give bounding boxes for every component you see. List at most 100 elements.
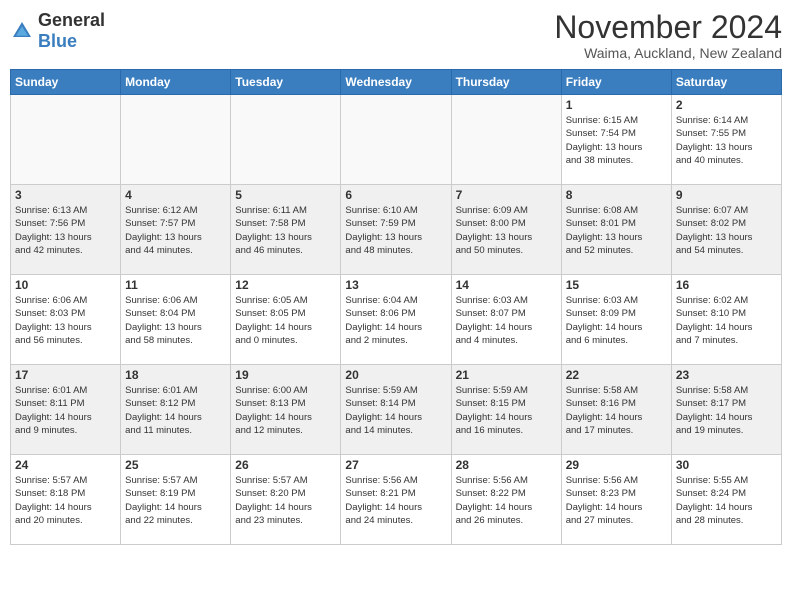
calendar-week-row: 1 Sunrise: 6:15 AM Sunset: 7:54 PM Daylig…	[11, 95, 782, 185]
calendar-day-cell: 22 Sunrise: 5:58 AM Sunset: 8:16 PM Dayli…	[561, 365, 671, 455]
day-info: Sunrise: 5:59 AM Sunset: 8:15 PM Dayligh…	[456, 384, 557, 437]
day-number: 22	[566, 368, 667, 382]
weekday-header: Sunday	[11, 70, 121, 95]
day-number: 10	[15, 278, 116, 292]
day-number: 18	[125, 368, 226, 382]
calendar-day-cell	[231, 95, 341, 185]
calendar-day-cell: 11 Sunrise: 6:06 AM Sunset: 8:04 PM Dayli…	[121, 275, 231, 365]
calendar-day-cell: 19 Sunrise: 6:00 AM Sunset: 8:13 PM Dayli…	[231, 365, 341, 455]
day-info: Sunrise: 5:58 AM Sunset: 8:16 PM Dayligh…	[566, 384, 667, 437]
day-number: 20	[345, 368, 446, 382]
day-info: Sunrise: 6:06 AM Sunset: 8:04 PM Dayligh…	[125, 294, 226, 347]
calendar-day-cell: 21 Sunrise: 5:59 AM Sunset: 8:15 PM Dayli…	[451, 365, 561, 455]
day-info: Sunrise: 5:55 AM Sunset: 8:24 PM Dayligh…	[676, 474, 777, 527]
logo-blue: Blue	[38, 31, 77, 51]
day-info: Sunrise: 6:12 AM Sunset: 7:57 PM Dayligh…	[125, 204, 226, 257]
day-info: Sunrise: 5:57 AM Sunset: 8:18 PM Dayligh…	[15, 474, 116, 527]
calendar-day-cell: 23Sunrise: 5:58 AM Sunset: 8:17 PM Dayli…	[671, 365, 781, 455]
calendar-day-cell: 28Sunrise: 5:56 AM Sunset: 8:22 PM Dayli…	[451, 455, 561, 545]
calendar-day-cell: 12Sunrise: 6:05 AM Sunset: 8:05 PM Dayli…	[231, 275, 341, 365]
day-info: Sunrise: 6:11 AM Sunset: 7:58 PM Dayligh…	[235, 204, 336, 257]
day-info: Sunrise: 6:15 AM Sunset: 7:54 PM Dayligh…	[566, 114, 667, 167]
day-info: Sunrise: 6:02 AM Sunset: 8:10 PM Dayligh…	[676, 294, 777, 347]
day-number: 6	[345, 188, 446, 202]
weekday-header: Monday	[121, 70, 231, 95]
day-info: Sunrise: 6:01 AM Sunset: 8:12 PM Dayligh…	[125, 384, 226, 437]
day-number: 11	[125, 278, 226, 292]
calendar-day-cell: 4 Sunrise: 6:12 AM Sunset: 7:57 PM Daylig…	[121, 185, 231, 275]
day-info: Sunrise: 6:00 AM Sunset: 8:13 PM Dayligh…	[235, 384, 336, 437]
calendar-week-row: 24 Sunrise: 5:57 AM Sunset: 8:18 PM Dayli…	[11, 455, 782, 545]
calendar-day-cell: 15 Sunrise: 6:03 AM Sunset: 8:09 PM Dayli…	[561, 275, 671, 365]
calendar-day-cell: 29 Sunrise: 5:56 AM Sunset: 8:23 PM Dayli…	[561, 455, 671, 545]
weekday-header: Wednesday	[341, 70, 451, 95]
calendar-header-row: SundayMondayTuesdayWednesdayThursdayFrid…	[11, 70, 782, 95]
calendar-day-cell: 27 Sunrise: 5:56 AM Sunset: 8:21 PM Dayli…	[341, 455, 451, 545]
calendar-day-cell: 3Sunrise: 6:13 AM Sunset: 7:56 PM Daylig…	[11, 185, 121, 275]
calendar-day-cell: 24 Sunrise: 5:57 AM Sunset: 8:18 PM Dayli…	[11, 455, 121, 545]
day-number: 15	[566, 278, 667, 292]
weekday-header: Tuesday	[231, 70, 341, 95]
calendar-week-row: 17 Sunrise: 6:01 AM Sunset: 8:11 PM Dayli…	[11, 365, 782, 455]
day-info: Sunrise: 6:01 AM Sunset: 8:11 PM Dayligh…	[15, 384, 116, 437]
calendar-table: SundayMondayTuesdayWednesdayThursdayFrid…	[10, 69, 782, 545]
day-number: 1	[566, 98, 667, 112]
calendar-day-cell: 30 Sunrise: 5:55 AM Sunset: 8:24 PM Dayli…	[671, 455, 781, 545]
calendar-day-cell	[451, 95, 561, 185]
day-number: 26	[235, 458, 336, 472]
day-info: Sunrise: 5:56 AM Sunset: 8:23 PM Dayligh…	[566, 474, 667, 527]
day-number: 25	[125, 458, 226, 472]
logo-general: General	[38, 10, 105, 30]
calendar-day-cell: 2Sunrise: 6:14 AM Sunset: 7:55 PM Daylig…	[671, 95, 781, 185]
month-title: November 2024	[554, 10, 782, 45]
day-info: Sunrise: 6:07 AM Sunset: 8:02 PM Dayligh…	[676, 204, 777, 257]
weekday-header: Thursday	[451, 70, 561, 95]
day-number: 24	[15, 458, 116, 472]
calendar-day-cell	[121, 95, 231, 185]
calendar-day-cell: 5 Sunrise: 6:11 AM Sunset: 7:58 PM Daylig…	[231, 185, 341, 275]
calendar-day-cell: 13 Sunrise: 6:04 AM Sunset: 8:06 PM Dayli…	[341, 275, 451, 365]
day-number: 9	[676, 188, 777, 202]
calendar-day-cell: 20 Sunrise: 5:59 AM Sunset: 8:14 PM Dayli…	[341, 365, 451, 455]
day-number: 13	[345, 278, 446, 292]
day-number: 5	[235, 188, 336, 202]
day-number: 4	[125, 188, 226, 202]
day-info: Sunrise: 6:03 AM Sunset: 8:09 PM Dayligh…	[566, 294, 667, 347]
day-info: Sunrise: 5:56 AM Sunset: 8:21 PM Dayligh…	[345, 474, 446, 527]
calendar-day-cell: 18 Sunrise: 6:01 AM Sunset: 8:12 PM Dayli…	[121, 365, 231, 455]
calendar-day-cell: 10 Sunrise: 6:06 AM Sunset: 8:03 PM Dayli…	[11, 275, 121, 365]
calendar-day-cell: 26Sunrise: 5:57 AM Sunset: 8:20 PM Dayli…	[231, 455, 341, 545]
calendar-day-cell	[11, 95, 121, 185]
day-number: 19	[235, 368, 336, 382]
day-number: 30	[676, 458, 777, 472]
day-info: Sunrise: 6:03 AM Sunset: 8:07 PM Dayligh…	[456, 294, 557, 347]
location: Waima, Auckland, New Zealand	[554, 45, 782, 61]
day-number: 3	[15, 188, 116, 202]
day-number: 17	[15, 368, 116, 382]
day-info: Sunrise: 6:08 AM Sunset: 8:01 PM Dayligh…	[566, 204, 667, 257]
calendar-day-cell	[341, 95, 451, 185]
day-info: Sunrise: 6:06 AM Sunset: 8:03 PM Dayligh…	[15, 294, 116, 347]
title-block: November 2024 Waima, Auckland, New Zeala…	[554, 10, 782, 61]
calendar-day-cell: 17 Sunrise: 6:01 AM Sunset: 8:11 PM Dayli…	[11, 365, 121, 455]
day-info: Sunrise: 5:59 AM Sunset: 8:14 PM Dayligh…	[345, 384, 446, 437]
page-header: General Blue November 2024 Waima, Auckla…	[10, 10, 782, 61]
day-number: 21	[456, 368, 557, 382]
calendar-day-cell: 7Sunrise: 6:09 AM Sunset: 8:00 PM Daylig…	[451, 185, 561, 275]
day-number: 27	[345, 458, 446, 472]
day-info: Sunrise: 5:56 AM Sunset: 8:22 PM Dayligh…	[456, 474, 557, 527]
calendar-day-cell: 16Sunrise: 6:02 AM Sunset: 8:10 PM Dayli…	[671, 275, 781, 365]
day-number: 8	[566, 188, 667, 202]
calendar-week-row: 10 Sunrise: 6:06 AM Sunset: 8:03 PM Dayli…	[11, 275, 782, 365]
day-info: Sunrise: 5:57 AM Sunset: 8:19 PM Dayligh…	[125, 474, 226, 527]
calendar-day-cell: 8 Sunrise: 6:08 AM Sunset: 8:01 PM Daylig…	[561, 185, 671, 275]
day-info: Sunrise: 6:04 AM Sunset: 8:06 PM Dayligh…	[345, 294, 446, 347]
day-number: 29	[566, 458, 667, 472]
weekday-header: Friday	[561, 70, 671, 95]
day-info: Sunrise: 6:05 AM Sunset: 8:05 PM Dayligh…	[235, 294, 336, 347]
day-info: Sunrise: 6:14 AM Sunset: 7:55 PM Dayligh…	[676, 114, 777, 167]
calendar-week-row: 3Sunrise: 6:13 AM Sunset: 7:56 PM Daylig…	[11, 185, 782, 275]
logo: General Blue	[10, 10, 105, 52]
logo-icon	[10, 19, 34, 43]
calendar-day-cell: 9 Sunrise: 6:07 AM Sunset: 8:02 PM Daylig…	[671, 185, 781, 275]
